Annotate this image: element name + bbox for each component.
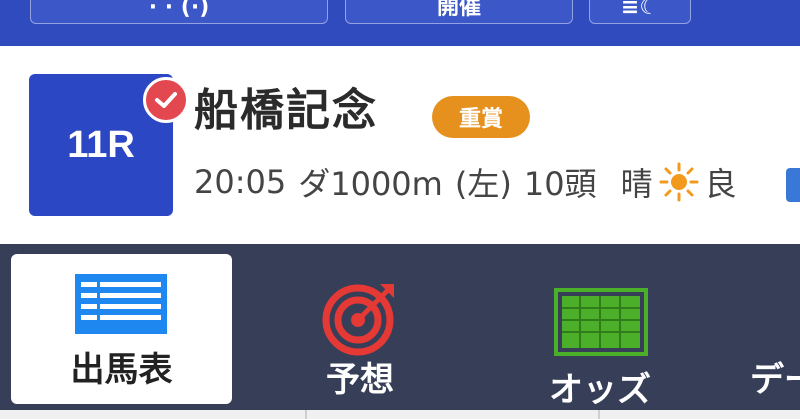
tab-race-card[interactable]: 出馬表 — [11, 254, 232, 404]
tab-label: 出馬表 — [70, 350, 173, 390]
divider-tick — [305, 410, 307, 419]
grid-icon — [554, 288, 648, 356]
tab-label: オッズ — [549, 370, 651, 410]
venue-selector-button[interactable]: 開催 — [345, 0, 573, 24]
tab-data[interactable]: デー — [730, 254, 800, 404]
tab-odds[interactable]: オッズ — [510, 254, 690, 410]
sun-icon — [659, 162, 699, 202]
divider-tick — [598, 410, 600, 419]
menu-button[interactable]: ≡☾ — [589, 0, 691, 24]
grade-badge: 重賞 — [432, 96, 530, 138]
race-info: 20:05 ダ1000m (左) 10頭 晴 良 — [194, 162, 737, 203]
bottom-divider — [0, 410, 800, 419]
check-icon — [143, 77, 189, 123]
race-name: 船橋記念 — [194, 85, 378, 136]
race-course: ダ1000m — [298, 165, 443, 203]
target-icon — [322, 280, 398, 356]
tab-prediction[interactable]: 予想 — [270, 254, 450, 404]
race-runners: 10頭 — [523, 165, 597, 203]
top-bar: · · (·) 開催 ≡☾ — [0, 0, 800, 46]
date-selector-button[interactable]: · · (·) — [30, 0, 328, 24]
info-chip[interactable] — [786, 168, 800, 202]
track-condition: 良 — [704, 165, 737, 203]
tab-label: 予想 — [326, 360, 394, 400]
list-icon — [75, 274, 167, 334]
bottom-nav: 出馬表 予想 オッズ デー — [0, 244, 800, 419]
race-time: 20:05 — [194, 163, 287, 201]
tab-label: デー — [750, 360, 800, 400]
race-header: 11R 船橋記念 重賞 20:05 ダ1000m (左) 10頭 晴 良 — [0, 46, 800, 244]
weather-label: 晴 — [620, 165, 653, 203]
race-direction: (左) — [454, 165, 512, 203]
